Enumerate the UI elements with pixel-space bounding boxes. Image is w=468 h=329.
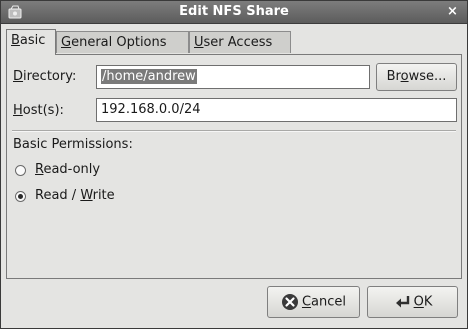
close-button[interactable]: ×	[444, 4, 461, 20]
ok-button[interactable]: OK	[367, 286, 458, 318]
tab-basic-label: asic	[19, 33, 46, 48]
read-write-label-mnemonic: W	[80, 188, 93, 203]
tab-general-options[interactable]: General Options	[56, 31, 189, 53]
tab-basic[interactable]: Basic	[6, 29, 56, 55]
ok-label-text: K	[423, 294, 433, 310]
browse-label-post: wse...	[408, 69, 447, 84]
directory-value: /home/andrew	[101, 69, 197, 84]
hosts-label: Host(s):	[13, 103, 64, 118]
directory-field[interactable]: /home/andrew	[96, 65, 370, 89]
read-only-radio[interactable]	[15, 165, 26, 176]
browse-label-pre: Br	[386, 69, 401, 84]
hosts-label-mnemonic: H	[13, 103, 23, 118]
read-write-label[interactable]: Read / Write	[35, 188, 115, 203]
section-divider	[12, 130, 456, 132]
directory-label: Directory:	[13, 69, 76, 84]
read-write-radio[interactable]	[15, 191, 26, 202]
browse-label-mnemonic: o	[400, 69, 409, 84]
ok-label-mnemonic: O	[413, 294, 424, 310]
hosts-field[interactable]: 192.168.0.0/24	[96, 98, 457, 122]
cancel-icon	[281, 294, 298, 310]
basic-tab-panel: Directory: /home/andrew Browse... Host(s…	[6, 54, 462, 279]
directory-label-text: irectory:	[23, 69, 77, 84]
titlebar[interactable]: Edit NFS Share ×	[1, 1, 467, 24]
hosts-value: 192.168.0.0/24	[101, 102, 201, 117]
hosts-label-text: ost(s):	[22, 103, 64, 118]
tab-user-access[interactable]: User Access	[189, 31, 291, 53]
tab-user-access-label: ser Access	[203, 35, 273, 50]
tab-user-access-mnemonic: U	[194, 35, 204, 50]
cancel-label-mnemonic: C	[301, 294, 312, 310]
read-only-label[interactable]: Read-only	[35, 162, 100, 177]
read-write-label-pre: Read /	[35, 188, 81, 203]
cancel-label-text: ancel	[311, 294, 347, 310]
tab-general-options-mnemonic: G	[61, 35, 72, 50]
read-only-label-post: ead-only	[43, 162, 101, 177]
cancel-button[interactable]: Cancel	[267, 286, 360, 318]
edit-nfs-share-dialog: Edit NFS Share × Basic General Options U…	[0, 0, 468, 329]
tab-general-options-label: eneral Options	[71, 35, 167, 50]
window-title: Edit NFS Share	[179, 4, 289, 19]
browse-button[interactable]: Browse...	[376, 63, 457, 91]
tab-basic-mnemonic: B	[11, 33, 20, 48]
ok-enter-icon	[395, 296, 409, 308]
read-write-label-post: rite	[92, 188, 115, 203]
basic-permissions-heading: Basic Permissions:	[13, 137, 133, 152]
directory-label-mnemonic: D	[13, 69, 24, 84]
close-icon: ×	[447, 4, 458, 19]
